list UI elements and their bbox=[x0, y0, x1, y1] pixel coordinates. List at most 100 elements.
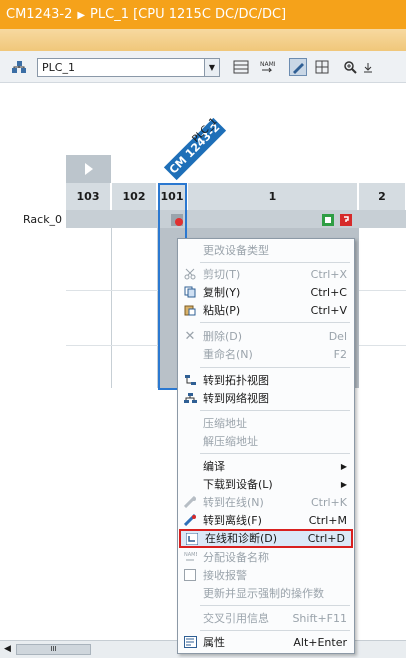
menu-item-shortcut: Ctrl+K bbox=[310, 496, 347, 509]
menu-item-go-to-topology[interactable]: 转到拓扑视图 bbox=[179, 372, 353, 389]
scroll-thumb[interactable]: III bbox=[16, 644, 91, 655]
menu-item-shortcut: Ctrl+V bbox=[310, 304, 347, 317]
alarm-checkbox-icon[interactable] bbox=[183, 568, 197, 582]
pin-icon[interactable] bbox=[359, 58, 377, 76]
topology-icon bbox=[183, 373, 197, 387]
menu-item-label: 转到离线(F) bbox=[203, 514, 262, 527]
menu-item-paste[interactable]: 粘贴(P) Ctrl+V bbox=[179, 302, 353, 319]
menu-item-online-diagnostics[interactable]: 在线和诊断(D) Ctrl+D bbox=[179, 529, 353, 548]
menu-item-label: 编译 bbox=[203, 460, 225, 473]
slot-header-1: 1 bbox=[188, 183, 358, 210]
menu-separator bbox=[200, 322, 350, 323]
menu-item-receive-alarms[interactable]: 接收报警 bbox=[179, 567, 353, 584]
rack-divider bbox=[111, 228, 112, 388]
menu-item-label: 转到网络视图 bbox=[203, 392, 269, 405]
menu-item-label: 粘贴(P) bbox=[203, 304, 241, 317]
submenu-arrow-icon: ▶ bbox=[340, 462, 347, 471]
slot-header-2: 2 bbox=[359, 183, 406, 210]
menu-item-label: 下载到设备(L) bbox=[203, 478, 273, 491]
device-select-value: PLC_1 bbox=[42, 61, 75, 74]
chevron-down-icon[interactable]: ▼ bbox=[204, 59, 219, 76]
menu-item-copy[interactable]: 复制(Y) Ctrl+C bbox=[179, 284, 353, 301]
menu-separator bbox=[200, 410, 350, 411]
zoom-icon[interactable] bbox=[341, 58, 359, 76]
menu-item-properties[interactable]: 属性 Alt+Enter bbox=[179, 634, 353, 651]
properties-icon bbox=[183, 635, 197, 649]
menu-item-rename[interactable]: 重命名(N) F2 bbox=[179, 346, 353, 363]
menu-item-label: 剪切(T) bbox=[203, 268, 241, 281]
table-icon[interactable] bbox=[232, 58, 250, 76]
context-menu: 更改设备类型 剪切(T) Ctrl+X 复制(Y) Ctrl+C 粘贴(P) C… bbox=[177, 238, 355, 654]
copy-icon bbox=[183, 285, 197, 299]
rack-rail bbox=[66, 210, 406, 228]
menu-item-label: 更改设备类型 bbox=[203, 244, 269, 257]
menu-item-compress-address[interactable]: 压缩地址 bbox=[179, 415, 353, 432]
slot-header-102: 102 bbox=[112, 183, 157, 210]
menu-item-label: 转到拓扑视图 bbox=[203, 374, 269, 387]
menu-item-download-to-device[interactable]: 下载到设备(L) ▶ bbox=[179, 476, 353, 493]
menu-item-label: 在线和诊断(D) bbox=[205, 532, 278, 545]
editor-title-bar: CM1243-2 ▶ PLC_1 [CPU 1215C DC/DC/DC] bbox=[0, 0, 406, 29]
menu-item-shortcut: F2 bbox=[333, 348, 347, 361]
menu-item-go-offline[interactable]: 转到离线(F) Ctrl+M bbox=[179, 512, 353, 529]
menu-item-go-online[interactable]: 转到在线(N) Ctrl+K bbox=[179, 494, 353, 511]
menu-item-go-to-network[interactable]: 转到网络视图 bbox=[179, 390, 353, 407]
menu-item-label: 交叉引用信息 bbox=[203, 612, 269, 625]
cut-icon bbox=[183, 267, 197, 281]
paste-icon bbox=[183, 303, 197, 317]
slot-header-103: 103 bbox=[66, 183, 111, 210]
edit-icon[interactable] bbox=[289, 58, 307, 76]
go-offline-icon bbox=[183, 513, 197, 527]
assign-name-icon: NAME bbox=[183, 550, 197, 564]
menu-item-compile[interactable]: 编译 ▶ bbox=[179, 458, 353, 475]
menu-item-label: 属性 bbox=[203, 636, 225, 649]
diagnostics-icon bbox=[185, 532, 199, 546]
menu-separator bbox=[200, 605, 350, 606]
menu-item-assign-device-name[interactable]: NAME 分配设备名称 bbox=[179, 549, 353, 566]
svg-text:NAME: NAME bbox=[184, 552, 197, 558]
module-title: CM1243-2 bbox=[6, 7, 73, 22]
network-icon[interactable] bbox=[10, 58, 28, 76]
device-title: PLC_1 [CPU 1215C DC/DC/DC] bbox=[90, 7, 287, 22]
menu-item-label: 更新并显示强制的操作数 bbox=[203, 587, 324, 600]
go-online-icon bbox=[183, 495, 197, 509]
cpu-diagnostic-icon bbox=[340, 214, 352, 226]
network-view-icon bbox=[183, 391, 197, 405]
menu-item-shortcut: Ctrl+M bbox=[308, 514, 347, 527]
menu-item-shortcut: Shift+F11 bbox=[292, 612, 347, 625]
menu-separator bbox=[200, 367, 350, 368]
name-icon[interactable]: NAME bbox=[258, 58, 276, 76]
breadcrumb-separator-icon: ▶ bbox=[77, 10, 86, 21]
menu-item-label: 解压缩地址 bbox=[203, 435, 258, 448]
menu-item-label: 转到在线(N) bbox=[203, 496, 264, 509]
grid-icon[interactable] bbox=[313, 58, 331, 76]
menu-separator bbox=[200, 453, 350, 454]
menu-item-cut[interactable]: 剪切(T) Ctrl+X bbox=[179, 266, 353, 283]
menu-item-label: 分配设备名称 bbox=[203, 551, 269, 564]
menu-item-cross-reference[interactable]: 交叉引用信息 Shift+F11 bbox=[179, 610, 353, 627]
device-select[interactable]: PLC_1 ▼ bbox=[37, 58, 220, 77]
menu-item-update-forced-operands[interactable]: 更新并显示强制的操作数 bbox=[179, 585, 353, 602]
menu-item-label: 压缩地址 bbox=[203, 417, 247, 430]
menu-separator bbox=[200, 262, 350, 263]
svg-text:NAME: NAME bbox=[260, 61, 275, 68]
menu-item-label: 删除(D) bbox=[203, 330, 243, 343]
expand-rack-button[interactable] bbox=[66, 155, 111, 183]
menu-item-delete[interactable]: ✕ 删除(D) Del bbox=[179, 328, 353, 345]
expand-arrow-icon bbox=[84, 163, 93, 175]
title-subbar bbox=[0, 29, 406, 51]
menu-item-shortcut: Ctrl+X bbox=[310, 268, 347, 281]
menu-item-label: 重命名(N) bbox=[203, 348, 253, 361]
menu-item-change-device-type[interactable]: 更改设备类型 bbox=[179, 242, 353, 259]
delete-icon: ✕ bbox=[184, 328, 196, 344]
menu-item-shortcut: Ctrl+D bbox=[307, 532, 345, 545]
menu-item-label: 复制(Y) bbox=[203, 286, 241, 299]
menu-item-label: 接收报警 bbox=[203, 569, 247, 582]
device-view-toolbar: PLC_1 ▼ NAME bbox=[0, 51, 406, 83]
submenu-arrow-icon: ▶ bbox=[340, 480, 347, 489]
menu-item-shortcut: Ctrl+C bbox=[310, 286, 347, 299]
menu-item-decompress-address[interactable]: 解压缩地址 bbox=[179, 433, 353, 450]
rack-label: Rack_0 bbox=[23, 213, 63, 226]
scroll-left-icon[interactable]: ◀ bbox=[4, 644, 11, 654]
cpu-run-status-icon bbox=[322, 214, 334, 226]
